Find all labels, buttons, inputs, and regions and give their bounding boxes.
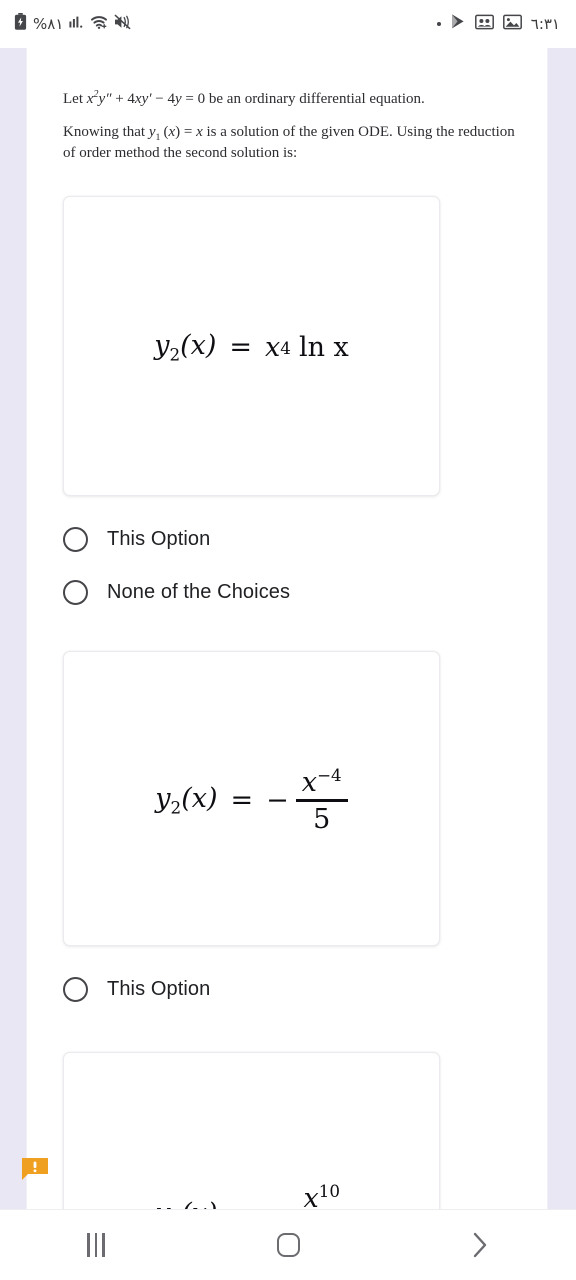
recents-button[interactable] — [0, 1210, 192, 1280]
formula-3-numerator: x10 — [303, 1180, 340, 1210]
question-line-2: Knowing that y1 (x) = x is a solution of… — [63, 123, 515, 161]
home-button[interactable] — [192, 1210, 384, 1280]
signal-bars-icon — [69, 14, 84, 35]
question-line-2-head: Knowing that — [63, 123, 149, 140]
formula-card-1: y2(x) = x4 ln x — [63, 195, 440, 496]
question-line-1-text: Let — [63, 91, 87, 107]
formula-1-log: ln x — [298, 332, 349, 364]
question-text: Let x2y″ + 4xy′ − 4y = 0 be an ordinary … — [63, 88, 524, 164]
notification-dot-icon — [436, 22, 441, 26]
quiz-content: Let x2y″ + 4xy′ − 4y = 0 be an ordinary … — [0, 48, 576, 1210]
status-bar-right: ٦:٣١ — [436, 13, 560, 35]
formula-2-equals: = — [230, 784, 254, 816]
warning-flag-badge[interactable] — [20, 1156, 50, 1182]
formula-card-2: y2(x) = − x−4 5 — [63, 650, 440, 946]
android-navigation-bar — [0, 1210, 576, 1280]
option-row-this-option-1[interactable]: This Option — [63, 520, 524, 560]
radio-button-this-option-2[interactable] — [63, 977, 88, 1003]
image-icon — [502, 14, 522, 35]
home-icon — [276, 1233, 300, 1257]
formula-2-numerator: x−4 — [301, 765, 342, 799]
formula-1-equals: = — [229, 332, 253, 364]
back-button[interactable] — [384, 1210, 576, 1280]
recents-icon — [87, 1233, 105, 1257]
formula-3-fraction: x10 4 — [296, 1183, 348, 1210]
people-photo-icon — [474, 14, 494, 35]
formula-card-3: y2(x) = − x10 4 — [63, 1051, 440, 1210]
formula-2: y2(x) = − x−4 5 — [155, 765, 348, 835]
formula-2-lhs: y2(x) — [155, 782, 218, 818]
question-line-1: Let x2y″ + 4xy′ − 4y = 0 be an ordinary … — [63, 89, 425, 107]
document-page-area: Let x2y″ + 4xy′ − 4y = 0 be an ordinary … — [0, 48, 576, 1210]
radio-button-this-option-1[interactable] — [63, 527, 88, 553]
formula-2-fraction: x−4 5 — [295, 765, 348, 835]
option-label-none-of-the-choices: None of the Choices — [107, 581, 291, 604]
radio-button-none-of-the-choices[interactable] — [63, 580, 88, 606]
vibrate-mute-icon — [114, 14, 131, 35]
formula-1-lhs: y2(x) — [154, 330, 217, 365]
option-label-this-option-1: This Option — [107, 528, 211, 551]
status-bar-clock: ٦:٣١ — [530, 15, 560, 33]
status-bar: %٨١ ٦:٣١ — [0, 0, 576, 48]
play-store-icon — [450, 13, 466, 35]
wifi-icon — [90, 14, 108, 35]
back-chevron-icon — [470, 1230, 490, 1260]
option-row-this-option-2[interactable]: This Option — [63, 970, 524, 1010]
formula-2-minus: − — [266, 784, 289, 816]
formula-2-denominator: 5 — [313, 803, 331, 835]
formula-1-exponent: 4 — [280, 337, 291, 358]
question-line-1-tail: be an ordinary differential equation. — [205, 91, 425, 107]
status-bar-left: %٨١ — [14, 13, 131, 35]
formula-3: y2(x) = − x10 4 — [155, 1183, 347, 1210]
formula-1: y2(x) = x4 ln x — [154, 330, 349, 364]
battery-charging-icon — [14, 13, 27, 35]
formula-1-base: x — [265, 332, 281, 364]
option-label-this-option-2: This Option — [107, 978, 211, 1001]
battery-percent-label: %٨١ — [33, 15, 64, 33]
option-row-none-of-the-choices[interactable]: None of the Choices — [63, 573, 524, 613]
